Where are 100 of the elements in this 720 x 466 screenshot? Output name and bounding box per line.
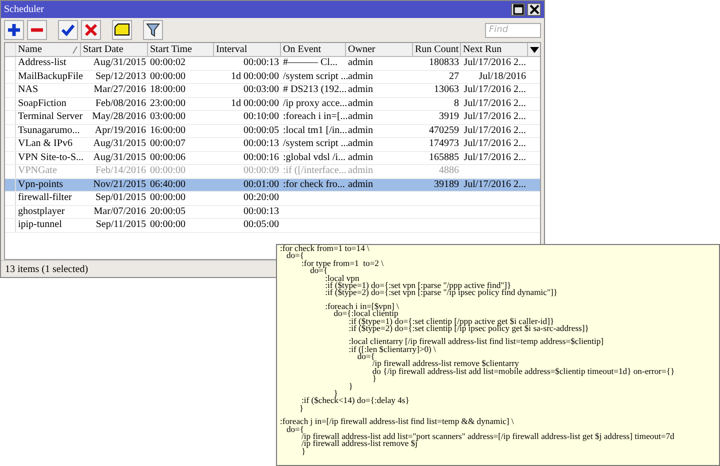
table-cell-text: Feb/08/2016 [94,98,147,110]
code-line: :for type from=1 to=2 \ [301,260,384,268]
cross-icon [84,23,98,37]
table-cell-text: 00:00:13 [242,206,280,218]
code-line: do={ [286,426,304,433]
sort-icon [72,46,78,54]
table-cell-text: 16:00:00 [149,124,187,137]
table-cell-text: 00:20:00 [242,192,280,204]
code-line: :foreach i in=[$vpn] \ [324,302,400,310]
table-row[interactable]: NAS Mar/27/2016 18:00:00 00:03:00 # DS213 (192...admin 13063 Jul/17/2016 2... [5,84,540,98]
table-cell-text: Aug/31/2015 [92,138,147,150]
close-icon [528,4,540,15]
table-row[interactable]: Vpn-points Nov/21/2015 06:40:00 00:01:00 :for check fro... admin 39189 Jul/17/2016 2... [5,178,540,192]
table-cell-text: 174973 [428,138,460,150]
table-cell-text: admin [347,178,374,191]
table-cell-text: Sep/01/2015 [94,192,147,204]
table-cell-text: admin [347,57,374,70]
table-cell-text: 00:00:02 [149,57,187,70]
table-cell-text: 00:01:00 [242,178,280,191]
code-line: do={ [286,252,305,260]
table-cell-text: 39189 [433,178,460,191]
table-cell-text: Jul/17/2016 2... [462,57,527,70]
table-row[interactable]: VPN Site-to-S... Aug/31/2015 00:00:06 00:00:16 :global vdsl /i... admin 165885 Jul/17/2016 2... [5,152,540,165]
item-count: 13 items (1 selected) [5,264,88,274]
comment-button[interactable] [112,20,132,40]
table-row[interactable]: firewall-filter Sep/01/2015 00:00:00 00:20:00 [5,192,540,206]
table-cell-text: VPNGate [17,165,58,178]
remove-button[interactable] [27,20,47,40]
note-icon [114,23,130,37]
table-row[interactable]: SoapFiction Feb/08/2016 23:00:00 1d 00:00:00 /ip proxy acce...admin 8 Jul/17/2016 2... [5,98,540,111]
table-cell-text: 27 [448,70,460,83]
table-cell-text: 00:00:00 [149,70,187,83]
enable-button[interactable] [58,20,78,40]
table-cell-text: 20:00:05 [149,206,187,218]
code-line: :if ($type=1) do={:set clientip [/ppp active get $i caller-id]} [348,318,554,325]
table-cell-text: /system script ... [282,138,346,150]
code-line: } [334,390,338,398]
table-cell-text: MailBackupFile [17,70,81,83]
table-row[interactable]: ghostplayer Mar/07/2016 20:00:05 00:00:13 [5,206,540,219]
table-cell-text: 23:00:00 [149,98,187,110]
code-line: } [371,375,377,383]
disable-button[interactable] [81,20,101,40]
table-cell-text: 1d 00:00:00 [230,70,280,83]
code-line: do={ [310,267,328,275]
table-row[interactable]: VLan & IPv6 Aug/31/2015 00:00:07 00:00:13 /system script ...admin 174973 Jul/17/2016 2... [5,138,540,152]
table-cell-text: Feb/14/2016 [94,165,147,178]
table-cell-text: Sep/12/2013 [94,70,147,83]
table-cell-text: 470259 [428,124,460,137]
plus-icon [7,23,21,37]
table-cell-text: Jul/17/2016 2... [462,111,527,124]
table-cell-text: 4886 [438,165,460,178]
maximize-button[interactable] [511,3,525,16]
table-cell-text: 00:00:07 [149,138,187,150]
code-line: :for check from=1 to=14 \ [280,245,370,252]
table-cell-text: 1d 00:00:00 [230,98,280,110]
column-header[interactable]: Interval [214,43,281,56]
column-header[interactable]: Owner [346,43,413,56]
code-line: :foreach j in=[/ip firewall address-list find list=temp && dynamic] \ [280,418,515,426]
table-cell-text: admin [347,165,374,178]
column-header[interactable]: Start Time [148,43,214,56]
table-row[interactable]: Terminal Server May/28/2016 03:00:00 00:10:00 :foreach i in=[...admin 3919 Jul/17/2016 2... [5,111,540,124]
table-cell-text: /ip proxy acce... [282,98,346,110]
table-row[interactable]: Address-list Aug/31/2015 00:00:02 00:00:13 #——— Cl... admin 180833 Jul/17/2016 2... [5,57,540,70]
table-cell-text: 00:00:00 [149,165,187,178]
add-button[interactable] [4,20,24,40]
column-header[interactable]: On Event [281,43,346,56]
table-cell-text: SoapFiction [17,98,68,110]
code-line: do={ [356,353,375,360]
table-cell-text: admin [348,70,374,83]
column-header[interactable]: Start Date [81,43,148,56]
table-row[interactable]: MailBackupFile Sep/12/2013 00:00:00 1d 00:00:00 /system script ...admin 27 Jul/18/2016 [5,70,540,84]
table-cell-text: Apr/19/2016 [94,124,147,137]
code-line: :if ([:len $clientarry]>0) \ [348,346,436,354]
close-button[interactable] [527,3,541,16]
code-line: :if ($type=2) do={:set clientip [/ip ipsec policy get $i sa-src-address]} [348,324,590,332]
table-cell-text: 00:03:00 [242,84,280,96]
filter-icon [146,23,160,37]
table-cell-text: firewall-filter [17,192,73,204]
code-line: do {/ip firewall address-list add list=mobile address=$clientip timeout=1d} on-error={} [371,368,676,376]
code-line: } [300,448,306,456]
table-cell-text: 00:00:09 [242,165,280,178]
table-row[interactable]: Tsunagarumo... Apr/19/2016 16:00:00 00:00:05 :local tm1 [/in...admin 470259 Jul/17/2016 2... [5,124,540,138]
code-line: /ip firewall address-list remove $clientarry [372,360,519,368]
table-cell-text: 06:40:00 [149,178,187,191]
table-cell-text: :if ([/interface... [282,165,346,178]
filter-button[interactable] [143,20,163,40]
code-line: /ip firewall address-list add list="port scanners" address=[/ip firewall address-list get $j address] timeout=7d [301,432,676,440]
column-header[interactable]: Run Count [413,43,461,56]
table-row[interactable]: ipip-tunnel Sep/11/2015 00:00:00 00:05:00 [5,219,540,232]
table-cell-text: Jul/17/2016 2... [462,152,527,164]
find-field[interactable]: Find [485,22,541,38]
column-header[interactable]: Name [16,43,81,56]
code-line: :if ($check<14) do={:delay 4s} [301,397,410,405]
table-cell-text: 00:00:05 [242,124,280,137]
table-cell-text: ghostplayer [17,206,66,218]
maximize-icon [512,4,524,15]
table-cell-text: :foreach i in=[... [282,111,346,124]
table-cell-text: May/28/2016 [91,111,147,124]
table-cell-text: Tsunagarumo... [17,124,81,137]
code-line: :local clientarry [/ip firewall address-list find list=temp address=$clientip] [348,338,605,346]
